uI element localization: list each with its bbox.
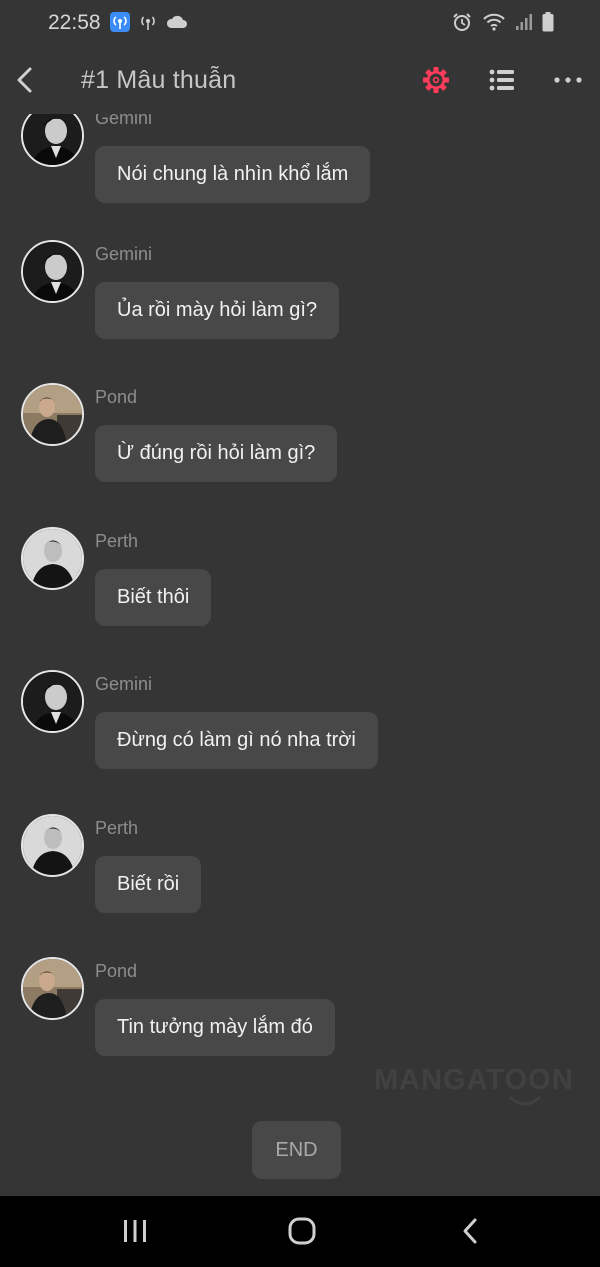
sender-name: Pond [95,387,138,407]
chevron-left-icon [17,67,32,93]
avatar-pond[interactable] [21,383,84,446]
alarm-icon [452,12,472,37]
cloud-icon [166,15,188,34]
message-item: Perth Biết thôi [0,527,600,667]
status-time: 22:58 [48,11,101,34]
more-horizontal-icon [554,77,582,83]
mangatoon-watermark: MANGATOON [374,1064,574,1096]
hotspot-icon [110,12,130,37]
sender-name: Gemini [95,244,153,264]
avatar-gemini[interactable] [21,670,84,733]
message-list[interactable]: Gemini Nói chung là nhìn khổ lắm Gemini … [0,114,600,1196]
recent-apps-button[interactable] [118,1216,152,1246]
message-bubble[interactable]: Đừng có làm gì nó nha trời [95,712,378,769]
gear-icon [423,67,449,93]
message-bubble[interactable]: Tin tưởng mày lắm đó [95,999,335,1056]
back-icon [463,1218,477,1244]
sender-name: Perth [95,531,139,551]
avatar-perth[interactable] [21,527,84,590]
cell-signal-icon [516,13,532,36]
message-bubble[interactable]: Biết rồi [95,856,202,913]
battery-icon [542,12,554,37]
sender-name: Gemini [95,114,153,128]
avatar-gemini[interactable] [21,240,84,303]
status-icons-right [452,12,554,37]
wifi-icon [482,13,506,36]
settings-button[interactable] [421,65,451,95]
signal-broadcast-icon [138,13,158,36]
status-icons-left [110,12,188,37]
list-icon [489,69,514,91]
end-button[interactable]: END [252,1121,341,1179]
sender-name: Gemini [95,674,153,694]
chat-header: #1 Mâu thuẫn [0,46,600,114]
recent-apps-icon [124,1220,146,1242]
message-item: Gemini Đừng có làm gì nó nha trời [0,670,600,810]
system-back-button[interactable] [458,1215,484,1247]
home-button[interactable] [286,1215,318,1247]
message-bubble[interactable]: Ừ đúng rồi hỏi làm gì? [95,425,338,482]
message-item: Gemini Ủa rồi mày hỏi làm gì? [0,240,600,380]
avatar-pond[interactable] [21,957,84,1020]
message-item: Perth Biết rồi [0,814,600,954]
watermark-smile-icon [509,1096,541,1106]
message-bubble[interactable]: Biết thôi [95,569,212,626]
sender-name: Perth [95,818,139,838]
message-item: Pond Ừ đúng rồi hỏi làm gì? [0,383,600,523]
chat-title: #1 Mâu thuẫn [81,66,237,94]
avatar-perth[interactable] [21,814,84,877]
chapter-list-button[interactable] [487,65,517,95]
home-icon [288,1217,316,1245]
avatar-gemini[interactable] [21,114,84,167]
message-item: Gemini Nói chung là nhìn khổ lắm [0,114,600,244]
message-bubble[interactable]: Nói chung là nhìn khổ lắm [95,146,371,203]
system-navbar [0,1196,600,1267]
more-options-button[interactable] [552,66,584,94]
back-button[interactable] [10,62,42,98]
message-bubble[interactable]: Ủa rồi mày hỏi làm gì? [95,282,340,339]
status-bar: 22:58 [0,0,600,46]
sender-name: Pond [95,961,138,981]
